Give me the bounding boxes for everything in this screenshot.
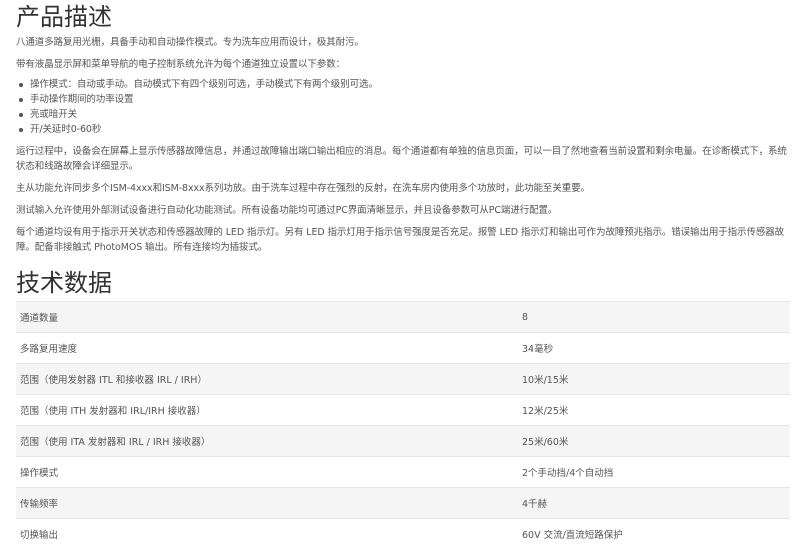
spec-value: 60V 交流/直流短路保护 <box>518 518 790 545</box>
list-item: 手动操作期间的功率设置 <box>16 92 790 107</box>
table-row: 操作模式 2个手动挡/4个自动挡 <box>16 456 790 488</box>
table-row: 范围（使用 ITH 发射器和 IRL/IRH 接收器） 12米/25米 <box>16 394 790 426</box>
led-paragraph: 每个通道均设有用于指示开关状态和传感器故障的 LED 指示灯。另有 LED 指示… <box>16 227 785 253</box>
table-row: 切换输出 60V 交流/直流短路保护 <box>16 518 790 545</box>
table-row: 多路复用速度 34毫秒 <box>16 332 790 364</box>
table-row: 范围（使用 ITA 发射器和 IRL / IRH 接收器） 25米/60米 <box>16 425 790 457</box>
spec-label: 传输频率 <box>16 487 518 519</box>
table-row: 传输频率 4千赫 <box>16 487 790 519</box>
spec-label: 范围（使用 ITA 发射器和 IRL / IRH 接收器） <box>16 425 518 457</box>
test-input-paragraph: 测试输入允许使用外部测试设备进行自动化功能测试。所有设备功能均可通过PC界面清晰… <box>16 205 558 216</box>
spec-value: 25米/60米 <box>518 425 790 457</box>
spec-value: 2个手动挡/4个自动挡 <box>518 456 790 488</box>
spec-label: 操作模式 <box>16 456 518 488</box>
spec-table: 通道数量 8 多路复用速度 34毫秒 范围（使用发射器 ITL 和接收器 IRL… <box>16 301 790 545</box>
intro-paragraph: 八通道多路复用光栅，具备手动和自动操作模式。专为洗车应用而设计，极其耐污。 <box>16 37 364 48</box>
list-item: 开/关延时0-60秒 <box>16 122 790 137</box>
list-item: 操作模式：自动或手动。自动模式下有四个级别可选，手动模式下有两个级别可选。 <box>16 77 790 92</box>
spec-label: 通道数量 <box>16 301 518 333</box>
spec-value: 34毫秒 <box>518 332 790 364</box>
table-row: 范围（使用发射器 ITL 和接收器 IRL / IRH） 10米/15米 <box>16 363 790 395</box>
spec-value: 4千赫 <box>518 487 790 519</box>
description-heading: 产品描述 <box>16 3 112 31</box>
product-page: 产品描述 八通道多路复用光栅，具备手动和自动操作模式。专为洗车应用而设计，极其耐… <box>0 0 800 545</box>
spec-label: 范围（使用发射器 ITL 和接收器 IRL / IRH） <box>16 363 518 395</box>
table-row: 通道数量 8 <box>16 301 790 333</box>
spec-label: 范围（使用 ITH 发射器和 IRL/IRH 接收器） <box>16 394 518 426</box>
spec-label: 多路复用速度 <box>16 332 518 364</box>
lcd-paragraph: 带有液晶显示屏和菜单导航的电子控制系统允许为每个通道独立设置以下参数： <box>16 59 346 70</box>
parameter-list: 操作模式：自动或手动。自动模式下有四个级别可选，手动模式下有两个级别可选。 手动… <box>16 77 790 137</box>
runtime-paragraph: 运行过程中，设备会在屏幕上显示传感器故障信息，并通过故障输出端口输出相应的消息。… <box>16 146 787 172</box>
spec-value: 8 <box>518 301 790 333</box>
spec-label: 切换输出 <box>16 518 518 545</box>
specs-heading: 技术数据 <box>16 269 112 297</box>
master-slave-paragraph: 主从功能允许同步多个ISM-4xxx和ISM-8xxx系列功放。由于洗车过程中存… <box>16 183 590 194</box>
spec-value: 10米/15米 <box>518 363 790 395</box>
list-item: 亮或暗开关 <box>16 107 790 122</box>
spec-value: 12米/25米 <box>518 394 790 426</box>
